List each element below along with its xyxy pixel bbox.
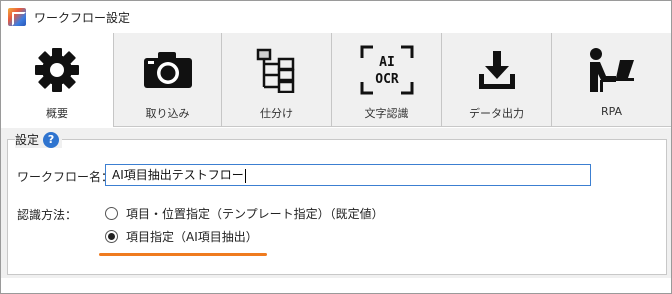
settings-title-label: 設定 xyxy=(15,133,40,147)
radio-button-selected[interactable] xyxy=(105,230,118,243)
person-at-computer-icon xyxy=(589,48,634,92)
recognition-method-label: 認識方法： xyxy=(17,208,78,222)
tab-label: 取り込み xyxy=(145,107,190,120)
ai-ocr-icon: AI OCR xyxy=(360,45,413,95)
tab-label: 概要 xyxy=(46,107,68,120)
help-icon[interactable]: ? xyxy=(43,131,60,148)
tab-toolbar: 概要 取り込み 仕分け AI OCR 文字認識 データ出力 RPA xyxy=(1,33,671,127)
text-caret xyxy=(244,168,246,183)
radio-button[interactable] xyxy=(105,207,118,220)
tab-import[interactable]: 取り込み xyxy=(114,33,222,127)
tab-label: RPA xyxy=(600,105,623,118)
tab-sort[interactable]: 仕分け xyxy=(222,33,332,127)
tab-ocr[interactable]: AI OCR 文字認識 xyxy=(332,33,442,127)
radio-label: 項目・位置指定（テンプレート指定）（既定値） xyxy=(126,207,384,221)
radio-template-option[interactable]: 項目・位置指定（テンプレート指定）（既定値） xyxy=(105,205,384,222)
window-title: ワークフロー設定 xyxy=(34,10,131,25)
workflow-name-input[interactable]: AI項目抽出テストフロー xyxy=(105,164,591,186)
ai-ocr-icon-text-bottom: OCR xyxy=(375,72,399,87)
radio-label: 項目指定（AI項目抽出） xyxy=(126,230,258,244)
title-bar: ワークフロー設定 xyxy=(1,1,671,33)
tab-overview[interactable]: 概要 xyxy=(1,33,114,127)
workflow-settings-window: ワークフロー設定 概要 取り込み 仕分け AI OCR 文字認識 データ出力 R… xyxy=(0,0,672,294)
app-icon xyxy=(8,8,26,26)
workflow-name-label: ワークフロー名： xyxy=(17,170,114,184)
tab-label: 文字認識 xyxy=(364,107,409,120)
workflow-name-value: AI項目抽出テストフロー xyxy=(112,168,244,182)
tab-data-output[interactable]: データ出力 xyxy=(442,33,552,127)
ai-ocr-icon-text-top: AI xyxy=(379,55,395,70)
tab-label: データ出力 xyxy=(469,107,524,120)
sort-tree-icon xyxy=(256,48,294,93)
gear-icon xyxy=(35,48,79,92)
settings-group-title: 設定 ? xyxy=(15,131,63,148)
highlight-underline xyxy=(99,253,267,256)
camera-icon xyxy=(143,52,192,88)
download-icon xyxy=(478,51,515,89)
radio-ai-extraction-option[interactable]: 項目指定（AI項目抽出） xyxy=(105,228,258,245)
tab-rpa[interactable]: RPA xyxy=(552,33,671,127)
tab-label: 仕分け xyxy=(260,107,293,120)
